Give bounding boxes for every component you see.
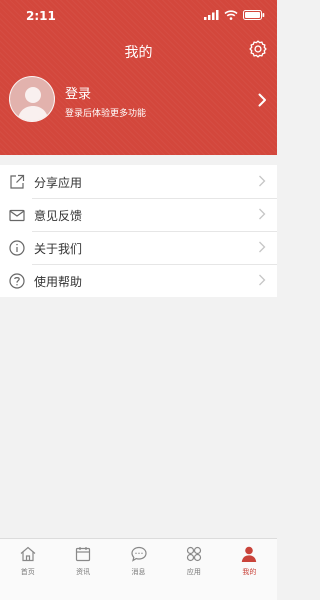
- chevron-right-icon: [259, 274, 266, 286]
- menu-item-help[interactable]: 使用帮助: [0, 264, 277, 297]
- tab-apps[interactable]: 应用: [166, 539, 221, 600]
- person-icon: [242, 546, 257, 562]
- signal-icon: [204, 10, 219, 20]
- menu-item-label: 使用帮助: [34, 275, 83, 289]
- help-icon: [9, 273, 25, 289]
- tab-mine[interactable]: 我的: [222, 539, 277, 600]
- tab-label: 我的: [242, 568, 257, 576]
- avatar[interactable]: [9, 76, 55, 122]
- tab-messages[interactable]: 消息: [111, 539, 166, 600]
- chat-icon: [130, 546, 147, 562]
- login-label[interactable]: 登录: [65, 83, 91, 102]
- menu-item-feedback[interactable]: 意见反馈: [0, 198, 277, 231]
- default-avatar-icon: [17, 87, 49, 121]
- status-time: 2:11: [26, 9, 56, 23]
- tab-label: 应用: [186, 568, 201, 576]
- profile-header: 2:11 我的 登录 登录后体验更多功能: [0, 0, 277, 155]
- wifi-icon: [224, 10, 238, 20]
- settings-menu: 分享应用 意见反馈 关于我们 使用帮助: [0, 165, 277, 297]
- tab-home[interactable]: 首页: [0, 539, 55, 600]
- menu-item-share[interactable]: 分享应用: [0, 165, 277, 198]
- login-subtitle: 登录后体验更多功能: [65, 109, 147, 119]
- settings-button[interactable]: [248, 39, 268, 59]
- chevron-right-icon: [259, 175, 266, 187]
- tab-bar: 首页 资讯 消息 应用 我的: [0, 538, 277, 600]
- chevron-right-icon: [259, 208, 266, 220]
- menu-item-label: 关于我们: [34, 242, 83, 256]
- share-icon: [10, 174, 25, 189]
- login-row[interactable]: 登录 登录后体验更多功能: [0, 72, 277, 128]
- menu-item-label: 意见反馈: [34, 209, 83, 223]
- tab-label: 消息: [131, 568, 146, 576]
- info-icon: [9, 240, 25, 256]
- chevron-right-icon: [259, 241, 266, 253]
- home-icon: [20, 546, 36, 562]
- page-title: 我的: [124, 45, 153, 61]
- status-icons: [204, 10, 265, 20]
- envelope-icon: [9, 209, 25, 222]
- apps-icon: [186, 546, 202, 562]
- tab-news[interactable]: 资讯: [55, 539, 110, 600]
- calendar-icon: [76, 547, 91, 562]
- tab-label: 资讯: [76, 568, 91, 576]
- gear-icon: [249, 40, 267, 58]
- tab-label: 首页: [20, 568, 35, 576]
- menu-item-label: 分享应用: [34, 176, 83, 190]
- menu-item-about[interactable]: 关于我们: [0, 231, 277, 264]
- chevron-right-icon: [258, 93, 266, 107]
- battery-icon: [243, 10, 265, 20]
- status-bar: 2:11: [0, 0, 277, 30]
